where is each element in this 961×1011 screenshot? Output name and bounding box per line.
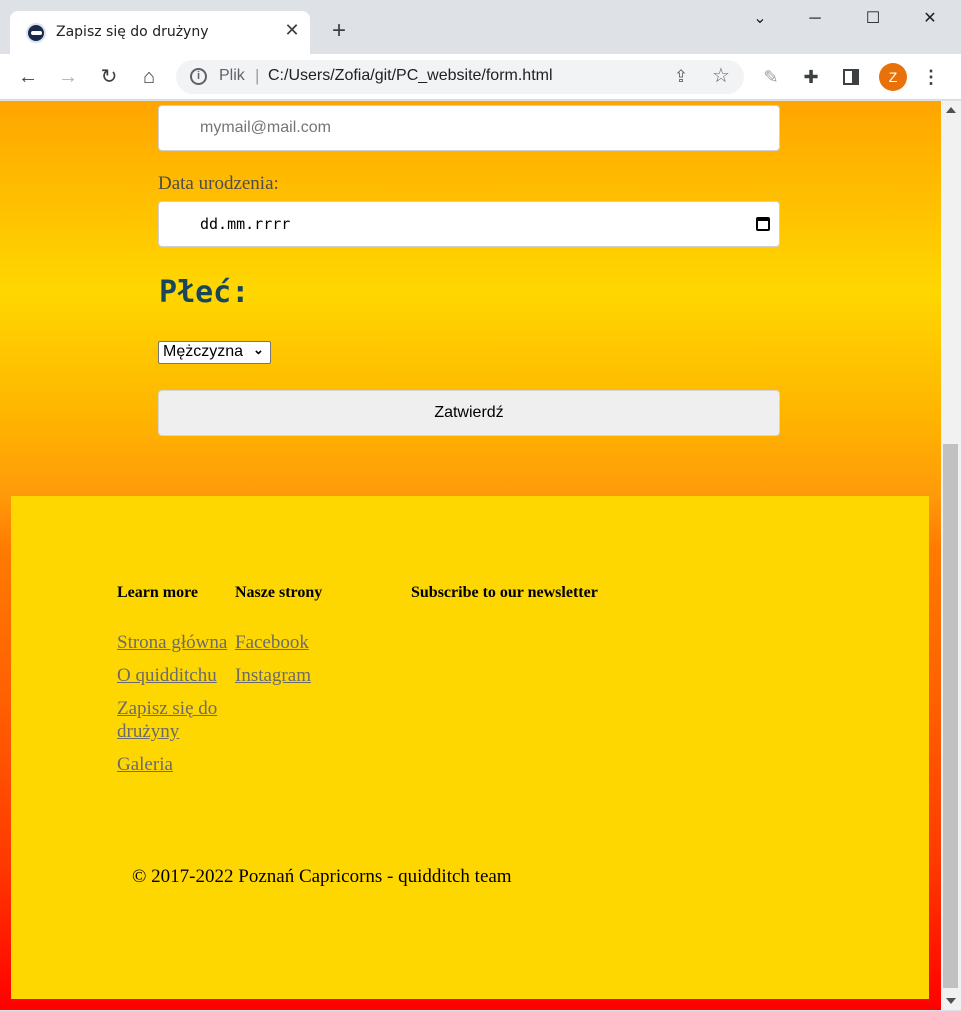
footer: Learn more Nasze strony Subscribe to our…: [11, 496, 929, 999]
gender-select[interactable]: Mężczyzna ⌄: [158, 341, 271, 364]
site-favicon-icon: [26, 23, 46, 43]
address-bar[interactable]: i Plik | C:/Users/Zofia/git/PC_website/f…: [176, 60, 744, 94]
footer-link-about-quidditch[interactable]: O quidditchu: [117, 664, 217, 687]
footer-heading: Subscribe to our newsletter: [411, 584, 598, 601]
email-input[interactable]: mymail@mail.com: [158, 105, 780, 151]
footer-column-learn-more: Learn more: [117, 584, 198, 602]
tab-title: Zapisz się do drużyny: [56, 24, 209, 40]
active-tab[interactable]: Zapisz się do drużyny ✕: [10, 11, 310, 54]
copyright-text: © 2017-2022 Poznań Capricorns - quidditc…: [132, 866, 512, 887]
footer-link-instagram[interactable]: Instagram: [235, 664, 311, 687]
site-info-icon[interactable]: i: [190, 68, 207, 85]
extension-icon[interactable]: ✎: [758, 63, 784, 91]
gender-selected-value: Mężczyzna: [163, 343, 244, 360]
footer-link-home[interactable]: Strona główna: [117, 631, 227, 654]
forward-arrow-icon[interactable]: →: [54, 63, 82, 91]
back-arrow-icon[interactable]: ←: [14, 63, 42, 91]
tab-search-icon[interactable]: ⌄: [745, 6, 775, 32]
footer-heading: Learn more: [117, 584, 199, 601]
url-text[interactable]: C:/Users/Zofia/git/PC_website/form.html: [268, 67, 553, 85]
calendar-icon[interactable]: [756, 217, 770, 231]
bookmark-star-icon[interactable]: ☆: [710, 65, 732, 87]
scroll-thumb[interactable]: [943, 444, 958, 988]
footer-column-newsletter: Subscribe to our newsletter: [411, 584, 598, 602]
home-icon[interactable]: ⌂: [135, 63, 163, 91]
share-icon[interactable]: ⇪: [670, 66, 692, 88]
file-scheme-label: Plik: [219, 67, 245, 84]
side-panel-icon[interactable]: [838, 63, 864, 91]
address-separator: |: [255, 66, 260, 85]
new-tab-button[interactable]: +: [326, 18, 352, 44]
close-tab-icon[interactable]: ✕: [282, 20, 302, 40]
email-placeholder: mymail@mail.com: [200, 119, 331, 136]
close-window-button[interactable]: ✕: [915, 6, 945, 32]
scroll-up-arrow-icon[interactable]: [946, 107, 956, 113]
footer-column-our-pages: Nasze strony: [235, 584, 322, 602]
dob-value: dd.mm.rrrr: [200, 215, 291, 233]
dob-label: Data urodzenia:: [158, 173, 279, 194]
vertical-scrollbar[interactable]: [941, 101, 961, 1010]
footer-link-gallery[interactable]: Galeria: [117, 753, 173, 776]
scroll-down-arrow-icon[interactable]: [946, 998, 956, 1004]
more-menu-icon[interactable]: ⋮: [918, 63, 944, 91]
submit-button[interactable]: Zatwierdź: [158, 390, 780, 436]
profile-avatar[interactable]: Z: [879, 63, 907, 91]
tab-strip: Zapisz się do drużyny ✕ + ⌄ ─ ☐ ✕: [0, 0, 961, 54]
footer-heading: Nasze strony: [235, 584, 323, 601]
footer-link-facebook[interactable]: Facebook: [235, 631, 309, 654]
browser-toolbar: ← → ↻ ⌂ i Plik | C:/Users/Zofia/git/PC_w…: [0, 54, 961, 100]
page-viewport: mymail@mail.com Data urodzenia: dd.mm.rr…: [0, 101, 941, 1010]
maximize-button[interactable]: ☐: [858, 6, 888, 32]
gender-heading: Płeć:: [159, 275, 250, 310]
chevron-down-icon: ⌄: [253, 342, 264, 357]
footer-link-join-team[interactable]: Zapisz się do drużyny: [117, 697, 235, 743]
dob-input[interactable]: dd.mm.rrrr: [158, 201, 780, 247]
minimize-button[interactable]: ─: [800, 6, 830, 32]
extensions-puzzle-icon[interactable]: ✚: [798, 63, 824, 91]
reload-icon[interactable]: ↻: [95, 63, 123, 91]
